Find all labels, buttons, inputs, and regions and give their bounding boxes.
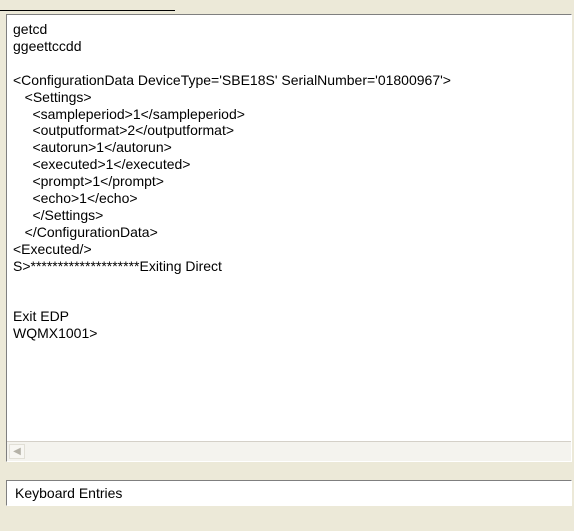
scroll-left-arrow-icon[interactable]: ◀ xyxy=(9,444,25,459)
terminal-output-text: getcd ggeettccdd <ConfigurationData Devic… xyxy=(13,21,569,342)
terminal-line: Exit EDP xyxy=(13,308,70,325)
terminal-line: <autorun>1</autorun> xyxy=(13,139,172,156)
terminal-line: <outputformat>2</outputformat> xyxy=(13,122,235,139)
terminal-line: <sampleperiod>1</sampleperiod> xyxy=(13,105,245,122)
terminal-line: getcd xyxy=(13,21,48,37)
terminal-line: S>********************Exiting Direct xyxy=(13,257,222,274)
header-underline xyxy=(0,10,175,11)
terminal-line: <prompt>1</prompt> xyxy=(13,173,164,190)
terminal-output-panel[interactable]: getcd ggeettccdd <ConfigurationData Devic… xyxy=(6,14,572,462)
terminal-line: <echo>1</echo> xyxy=(13,190,138,207)
entry-area xyxy=(0,462,574,531)
keyboard-entries-input[interactable] xyxy=(6,480,572,506)
terminal-line: </ConfigurationData> xyxy=(13,223,158,240)
terminal-line: WQMX1001> xyxy=(13,325,98,342)
terminal-line: <executed>1</executed> xyxy=(13,156,191,173)
terminal-line: <Executed/> xyxy=(13,240,92,257)
terminal-line: <Settings> xyxy=(13,88,92,105)
horizontal-scrollbar[interactable]: ◀ xyxy=(7,441,571,461)
terminal-line: ggeettccdd xyxy=(13,37,82,54)
top-header-strip xyxy=(0,0,574,14)
terminal-line: </Settings> xyxy=(13,206,104,223)
terminal-line: <ConfigurationData DeviceType='SBE18S' S… xyxy=(13,71,451,88)
